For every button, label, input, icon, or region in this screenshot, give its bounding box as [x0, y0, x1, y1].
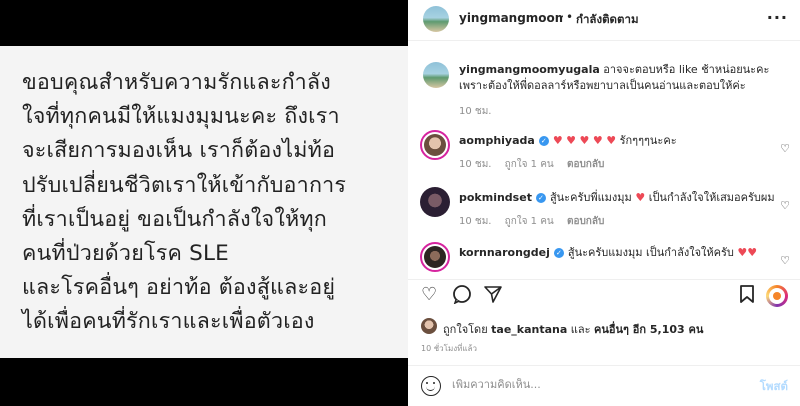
likes-text[interactable]: ถูกใจโดย tae_kantana และ คนอื่นๆ อีก 5,1…	[443, 320, 703, 338]
caption-time: 10 ชม.	[459, 106, 492, 117]
liker-avatar[interactable]	[421, 318, 437, 334]
post-image: ขอบคุณสำหรับความรักและกำลัง ใจที่ทุกคนมี…	[0, 46, 408, 358]
like-icon[interactable]: ♡	[421, 284, 437, 305]
comment-time: 10 ชม.	[459, 159, 492, 170]
comment-body: รักๆๆๆนะคะ	[619, 134, 677, 147]
story-ring-icon[interactable]	[766, 285, 788, 307]
post-image-line: ที่เราเป็นอยู่ ขอเป็นกำลังใจให้ทุก	[22, 206, 328, 232]
commenter-avatar[interactable]	[420, 130, 450, 160]
reply-button[interactable]: ตอบกลับ	[567, 159, 604, 170]
comment-body: สู้นะครับพี่แมงมุม	[549, 191, 632, 204]
comment-meta: 10 ชม. ถูกใจ 1 คน ตอบกลับ	[459, 214, 614, 229]
comment-item: pokmindset ✓ สู้นะครับพี่แมงมุม ♥ เป็นกำลั…	[408, 187, 800, 227]
author-username[interactable]: yingmangmoomyugala	[459, 11, 563, 25]
verified-badge-icon: ✓	[535, 193, 546, 203]
likes-prefix: ถูกใจโดย	[443, 323, 488, 336]
reply-button[interactable]: ตอบกลับ	[567, 216, 604, 227]
liker-username[interactable]: tae_kantana	[491, 323, 567, 336]
more-options-icon[interactable]: ···	[767, 8, 788, 27]
post-image-line: คนที่ป่วยด้วยโรค SLE	[22, 241, 229, 267]
heart-emoji-icon: ♥♥	[737, 246, 758, 259]
heart-emoji-icon: ♥ ♥ ♥ ♥ ♥	[552, 134, 617, 147]
caption-text: yingmangmoomyugala อาจจะตอบหรือ like ช้า…	[459, 62, 789, 94]
comment-like-icon[interactable]: ♡	[780, 199, 790, 212]
comment-username[interactable]: kornnarongdej	[459, 246, 550, 259]
add-comment-bar: โพสต์	[408, 365, 800, 406]
verified-badge-icon: ✓	[553, 248, 564, 258]
comment-item: kornnarongdej ✓ สู้นะครับแมงมุม เป็นกำลังใ…	[408, 242, 800, 282]
commenter-avatar[interactable]	[420, 187, 450, 217]
post-image-line: ใจที่ทุกคนมีให้แมงมุมนะคะ ถึงเรา	[22, 104, 340, 130]
comment-item: aomphiyada ✓ ♥ ♥ ♥ ♥ ♥ รักๆๆๆนะคะ 10 ชม. ถ…	[408, 130, 800, 170]
share-icon[interactable]	[483, 284, 503, 309]
comment-body-suffix: เป็นกำลังใจให้เสมอครับผม	[648, 191, 775, 204]
post-image-line: ขอบคุณสำหรับความรักและกำลัง	[22, 70, 331, 95]
following-button[interactable]: กำลังติดตาม	[576, 11, 639, 29]
actions-divider	[408, 279, 800, 280]
verified-badge-icon: ✓	[538, 136, 549, 146]
comment-username[interactable]: pokmindset	[459, 191, 532, 204]
comment-time: 10 ชม.	[459, 216, 492, 227]
comment-like-icon[interactable]: ♡	[780, 142, 790, 155]
comment-username[interactable]: aomphiyada	[459, 134, 535, 147]
comment-icon[interactable]	[452, 284, 472, 309]
comment-text: pokmindset ✓ สู้นะครับพี่แมงมุม ♥ เป็นกำลั…	[459, 190, 775, 205]
comment-body: สู้นะครับแมงมุม เป็นกำลังใจให้ครับ	[567, 246, 734, 259]
post-image-line: และโรคอื่นๆ อย่าท้อ ต้องสู้และอยู่	[22, 275, 336, 301]
likes-others[interactable]: คนอื่นๆ อีก 5,103 คน	[594, 323, 703, 336]
comment-like-icon[interactable]: ♡	[780, 254, 790, 267]
author-avatar[interactable]	[423, 6, 449, 32]
post-image-line: ปรับเปลี่ยนชีวิตเราให้เข้ากับอาการ	[22, 172, 347, 198]
commenter-avatar[interactable]	[420, 242, 450, 272]
comment-likes[interactable]: ถูกใจ 1 คน	[505, 159, 554, 170]
comment-meta: 10 ชม. ถูกใจ 1 คน ตอบกลับ	[459, 157, 614, 172]
comment-likes[interactable]: ถูกใจ 1 คน	[505, 216, 554, 227]
post-actions: ♡	[408, 282, 800, 310]
comment-text: aomphiyada ✓ ♥ ♥ ♥ ♥ ♥ รักๆๆๆนะคะ	[459, 133, 775, 148]
bookmark-icon[interactable]	[738, 284, 756, 309]
heart-emoji-icon: ♥	[635, 191, 646, 204]
post-time[interactable]: 10 ชั่วโมงที่แล้ว	[421, 342, 477, 355]
comment-text: kornnarongdej ✓ สู้นะครับแมงมุม เป็นกำลังใ…	[459, 245, 775, 260]
likes-and: และ	[570, 323, 591, 336]
post-header: yingmangmoomyugala • กำลังติดตาม ···	[408, 0, 800, 41]
emoji-icon[interactable]	[421, 376, 441, 396]
post-comment-button[interactable]: โพสต์	[760, 378, 788, 396]
caption-username[interactable]: yingmangmoomyugala	[459, 63, 600, 76]
comment-input[interactable]	[452, 378, 732, 391]
caption-avatar[interactable]	[423, 62, 449, 88]
post-image-text: ขอบคุณสำหรับความรักและกำลัง ใจที่ทุกคนมี…	[22, 66, 402, 340]
header-separator: •	[566, 10, 574, 24]
post-image-line: จะเสียการมองเห็น เราก็ต้องไม่ท้อ	[22, 138, 336, 164]
post-image-line: ได้เพื่อคนที่รักเราและเพื่อตัวเอง	[22, 309, 315, 335]
post-side-panel: yingmangmoomyugala • กำลังติดตาม ··· yin…	[408, 0, 800, 406]
post-media[interactable]: ขอบคุณสำหรับความรักและกำลัง ใจที่ทุกคนมี…	[0, 0, 408, 406]
